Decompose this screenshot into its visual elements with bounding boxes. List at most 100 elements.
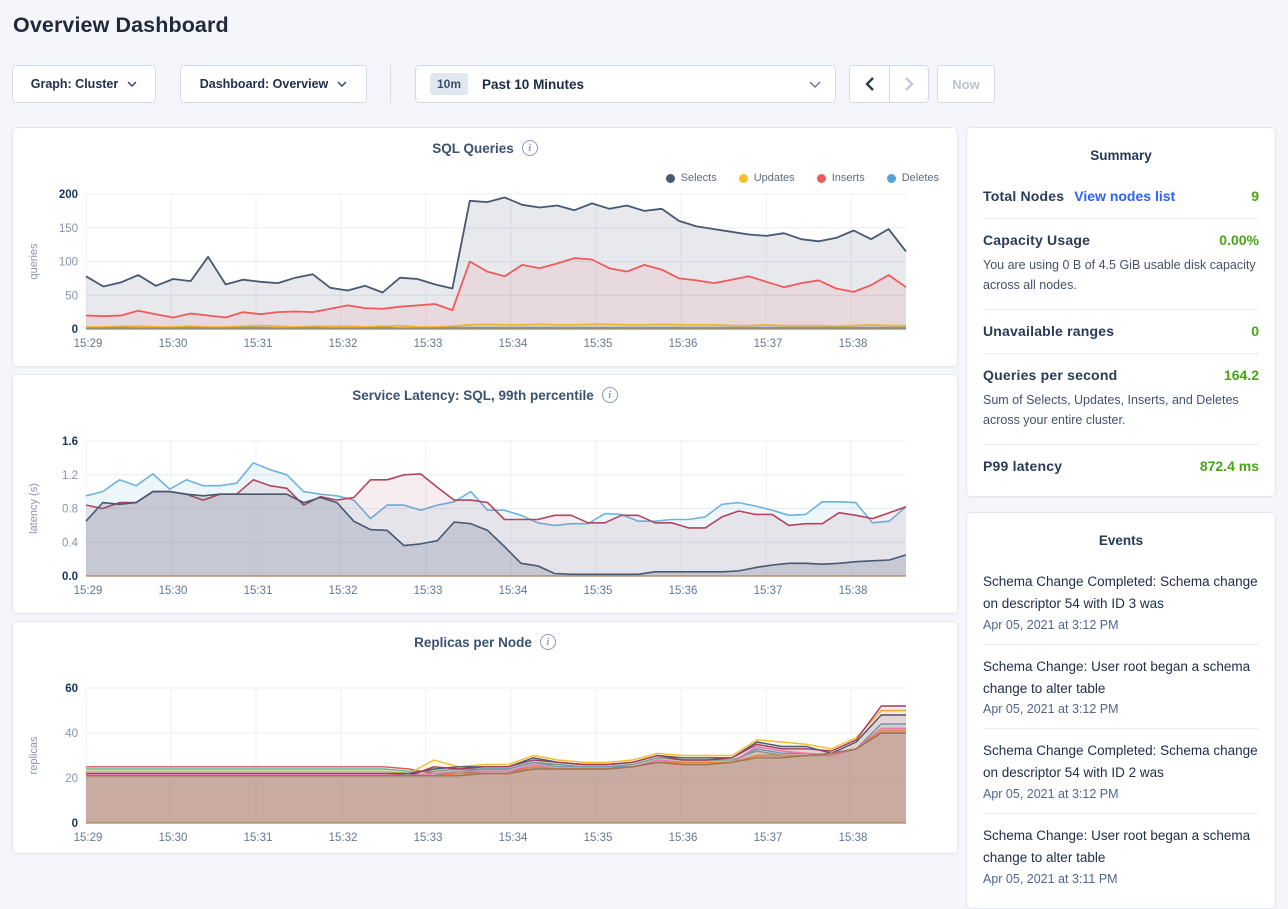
dashboard-dropdown-label: Dashboard: Overview [200, 77, 329, 91]
view-nodes-list-link[interactable]: View nodes list [1074, 188, 1175, 204]
svg-text:40: 40 [65, 728, 78, 740]
summary-header: Summary [967, 128, 1275, 175]
svg-text:15:31: 15:31 [244, 832, 273, 844]
svg-text:replicas: replicas [28, 736, 40, 774]
summary-description: You are using 0 B of 4.5 GiB usable disk… [983, 255, 1259, 295]
legend-dot [739, 174, 748, 183]
event-item: Schema Change Completed: Schema change o… [983, 560, 1259, 645]
summary-row: Queries per second164.2Sum of Selects, U… [983, 354, 1259, 445]
svg-text:15:34: 15:34 [499, 585, 528, 597]
svg-text:15:38: 15:38 [839, 338, 868, 350]
svg-text:20: 20 [65, 773, 78, 785]
legend-item-inserts[interactable]: Inserts [817, 172, 865, 184]
summary-value: 0 [1251, 323, 1259, 339]
legend-label: Updates [754, 172, 795, 184]
event-message: Schema Change Completed: Schema change o… [983, 571, 1259, 615]
svg-text:15:34: 15:34 [499, 832, 528, 844]
svg-text:0.0: 0.0 [62, 571, 78, 583]
summary-value: 164.2 [1224, 367, 1259, 383]
svg-text:15:35: 15:35 [584, 338, 613, 350]
svg-text:50: 50 [65, 290, 78, 302]
svg-text:15:29: 15:29 [74, 338, 103, 350]
summary-row: Total Nodes View nodes list 9 [983, 175, 1259, 219]
svg-text:0: 0 [72, 818, 78, 830]
charts-column: SQL Queries i Selects Updates Inserts Delet… [12, 127, 958, 854]
svg-text:15:31: 15:31 [244, 338, 273, 350]
chart-card-service-latency: Service Latency: SQL, 99th percentile i … [12, 374, 958, 614]
summary-value: 0.00% [1219, 232, 1259, 248]
graph-dropdown-label: Graph: Cluster [31, 77, 119, 91]
chevron-right-icon [905, 77, 914, 91]
svg-text:15:32: 15:32 [329, 832, 358, 844]
svg-text:15:30: 15:30 [159, 585, 188, 597]
svg-text:1.6: 1.6 [62, 436, 78, 448]
svg-text:15:38: 15:38 [839, 585, 868, 597]
chart-title: SQL Queries [432, 141, 514, 156]
now-button[interactable]: Now [937, 65, 995, 103]
chart-legend: Selects Updates Inserts Deletes [666, 172, 939, 184]
event-item: Schema Change: User root began a schema … [983, 814, 1259, 898]
info-icon[interactable]: i [602, 387, 618, 403]
svg-text:15:33: 15:33 [414, 585, 443, 597]
legend-label: Deletes [902, 172, 939, 184]
chevron-down-icon [127, 81, 137, 87]
info-icon[interactable]: i [522, 140, 538, 156]
legend-dot [817, 174, 826, 183]
chart-card-replicas-per-node: Replicas per Node i 020406015:2915:3015:… [12, 621, 958, 854]
chart-title: Service Latency: SQL, 99th percentile [352, 388, 594, 403]
svg-text:15:32: 15:32 [329, 338, 358, 350]
svg-text:100: 100 [59, 257, 78, 269]
summary-label: P99 latency [983, 458, 1062, 474]
legend-item-updates[interactable]: Updates [739, 172, 795, 184]
sql-queries-chart[interactable]: 05010015020015:2915:3015:3115:3215:3315:… [13, 186, 959, 356]
toolbar: Graph: Cluster Dashboard: Overview 10m P… [0, 65, 1288, 103]
info-icon[interactable]: i [540, 634, 556, 650]
page-title: Overview Dashboard [13, 13, 1288, 38]
event-timestamp: Apr 05, 2021 at 3:12 PM [983, 787, 1259, 801]
svg-text:1.2: 1.2 [62, 470, 78, 482]
legend-dot [887, 174, 896, 183]
svg-text:60: 60 [65, 683, 78, 695]
svg-text:15:36: 15:36 [669, 832, 698, 844]
svg-text:15:30: 15:30 [159, 832, 188, 844]
legend-item-deletes[interactable]: Deletes [887, 172, 939, 184]
event-timestamp: Apr 05, 2021 at 3:12 PM [983, 618, 1259, 632]
svg-text:15:37: 15:37 [754, 832, 783, 844]
svg-text:15:31: 15:31 [244, 585, 273, 597]
replicas-per-node-chart[interactable]: 020406015:2915:3015:3115:3215:3315:3415:… [13, 680, 959, 850]
now-button-label: Now [952, 77, 979, 92]
svg-text:15:37: 15:37 [754, 338, 783, 350]
event-item: Schema Change Completed: Schema change o… [983, 729, 1259, 814]
sidebar: Summary Total Nodes View nodes list 9 Capac… [966, 127, 1276, 909]
event-timestamp: Apr 05, 2021 at 3:12 PM [983, 702, 1259, 716]
time-back-button[interactable] [850, 66, 889, 102]
service-latency-chart[interactable]: 0.00.40.81.21.615:2915:3015:3115:3215:33… [13, 433, 959, 603]
time-forward-button[interactable] [889, 66, 928, 102]
svg-text:0.8: 0.8 [62, 504, 78, 516]
svg-text:latency (s): latency (s) [28, 483, 40, 534]
svg-text:15:37: 15:37 [754, 585, 783, 597]
time-step-buttons [849, 65, 929, 103]
svg-text:queries: queries [28, 243, 40, 280]
svg-text:0: 0 [72, 324, 78, 336]
time-range-badge: 10m [430, 73, 468, 95]
svg-text:15:33: 15:33 [414, 832, 443, 844]
summary-value: 9 [1251, 188, 1259, 204]
legend-item-selects[interactable]: Selects [666, 172, 717, 184]
summary-row: Capacity Usage0.00%You are using 0 B of … [983, 219, 1259, 310]
dashboard-dropdown[interactable]: Dashboard: Overview [180, 65, 367, 103]
svg-text:15:30: 15:30 [159, 338, 188, 350]
legend-label: Inserts [832, 172, 865, 184]
time-range-picker[interactable]: 10m Past 10 Minutes [415, 65, 836, 103]
graph-dropdown[interactable]: Graph: Cluster [12, 65, 156, 103]
summary-label: Total Nodes [983, 188, 1064, 204]
chart-title: Replicas per Node [414, 635, 532, 650]
summary-description: Sum of Selects, Updates, Inserts, and De… [983, 390, 1259, 430]
chevron-left-icon [865, 77, 874, 91]
events-header: Events [983, 513, 1259, 560]
main-content: SQL Queries i Selects Updates Inserts Delet… [0, 127, 1288, 909]
time-range-label: Past 10 Minutes [482, 77, 809, 92]
legend-dot [666, 174, 675, 183]
svg-text:15:33: 15:33 [414, 338, 443, 350]
svg-text:15:36: 15:36 [669, 338, 698, 350]
